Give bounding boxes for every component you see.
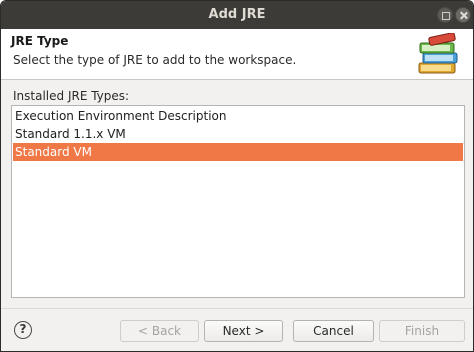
list-item[interactable]: Execution Environment Description — [13, 107, 463, 125]
cancel-button[interactable]: Cancel — [293, 320, 374, 342]
footer-divider — [1, 308, 473, 309]
add-jre-dialog: Add JRE JRE Type Select the type of JRE … — [0, 0, 474, 352]
title-bar[interactable]: Add JRE — [1, 1, 473, 29]
finish-button[interactable]: Finish — [379, 320, 465, 342]
page-description: Select the type of JRE to add to the wor… — [13, 53, 297, 67]
restore-icon[interactable] — [437, 7, 453, 23]
help-icon[interactable]: ? — [14, 321, 32, 339]
next-button[interactable]: Next > — [204, 320, 283, 342]
page-title: JRE Type — [11, 34, 69, 48]
installed-jre-types-label: Installed JRE Types: — [13, 89, 130, 103]
list-item[interactable]: Standard 1.1.x VM — [13, 125, 463, 143]
wizard-header: JRE Type Select the type of JRE to add t… — [1, 29, 473, 80]
back-button[interactable]: < Back — [120, 320, 199, 342]
jre-type-list[interactable]: Execution Environment Description Standa… — [11, 105, 465, 298]
books-icon — [418, 33, 458, 74]
close-icon[interactable] — [455, 7, 471, 23]
window-title: Add JRE — [208, 7, 266, 22]
list-item[interactable]: Standard VM — [13, 143, 463, 161]
